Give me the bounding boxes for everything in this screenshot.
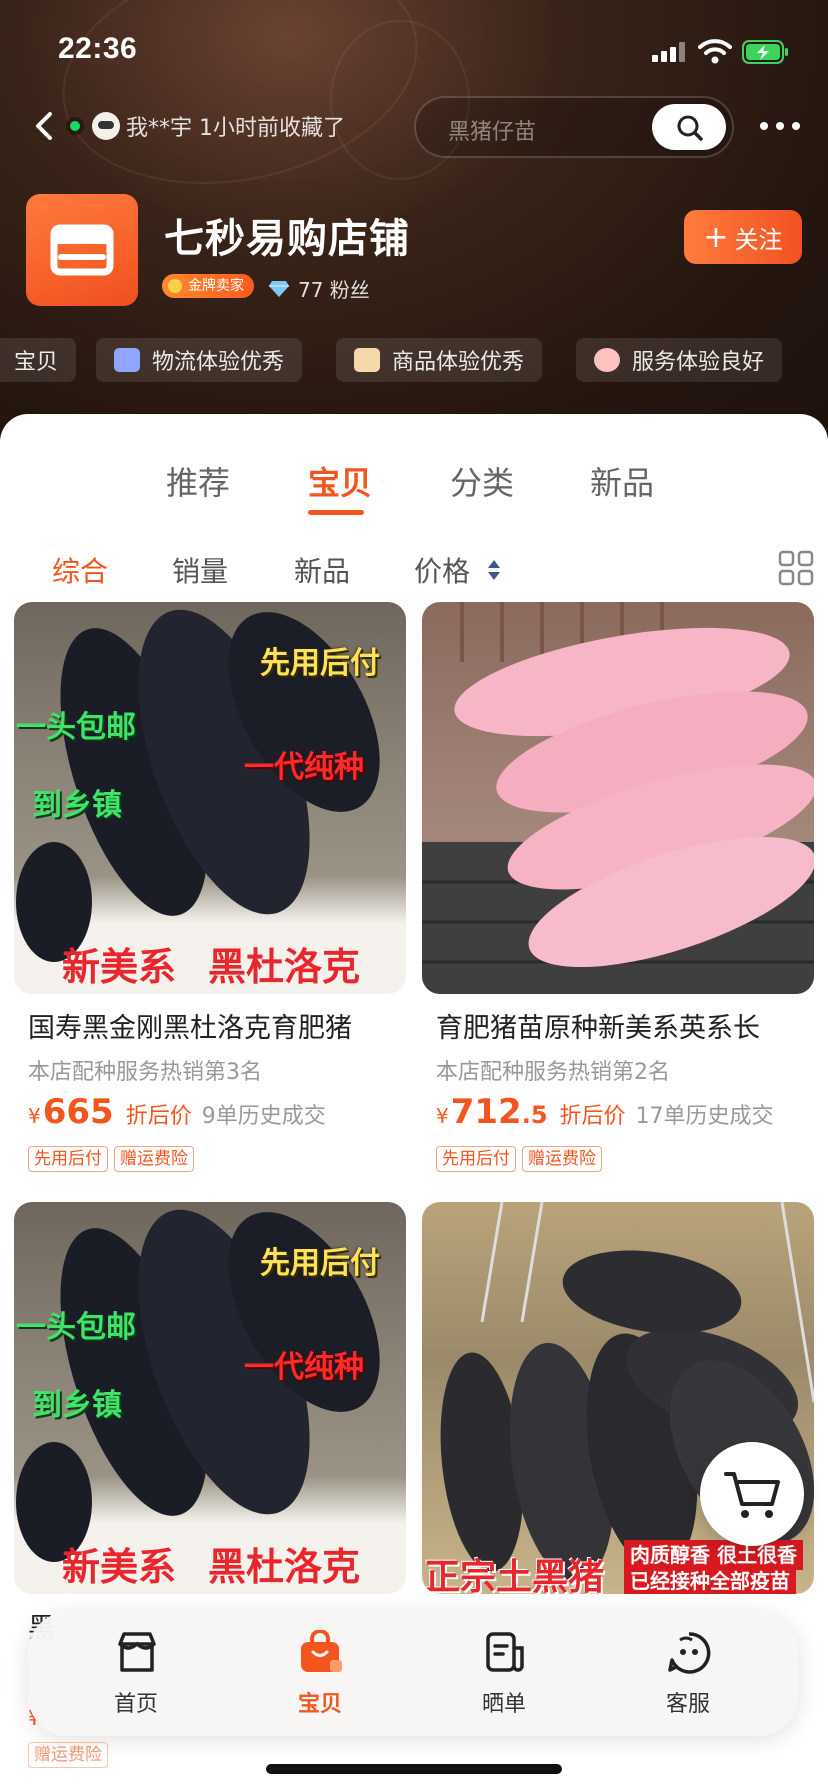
status-time: 22:36 (58, 32, 138, 65)
product-title[interactable]: 育肥猪苗原种新美系英系长 (436, 1006, 814, 1045)
overlay-text: 已经接种全部疫苗 (624, 1566, 796, 1594)
service-face-icon (668, 1632, 711, 1674)
bottom-nav-label: 晒单 (481, 1692, 526, 1717)
overlay-text: 先用后付 (260, 646, 380, 681)
gold-seller-badge: 金牌卖家 (162, 274, 254, 298)
product-title[interactable]: 国寿黑金刚黑杜洛克育肥猪 (28, 1006, 406, 1045)
bottom-nav-posts[interactable]: 晒单 (444, 1630, 564, 1722)
shop-home-icon (118, 1632, 156, 1672)
overlay-text: 一代纯种 (244, 750, 364, 785)
bottom-nav-label: 客服 (665, 1692, 710, 1717)
search-placeholder: 黑猪仔苗 (448, 120, 537, 145)
rating-tag-logistics[interactable]: 物流体验优秀 (96, 338, 303, 382)
product-price: ¥ 665 折后价 9单历史成交 (28, 1092, 326, 1132)
overlay-text: 先用后付 (260, 1246, 380, 1281)
tab-recommend[interactable]: 推荐 (166, 458, 230, 504)
bag-icon (354, 348, 380, 372)
overlay-text: 黑杜洛克 (208, 1545, 361, 1589)
rating-tag[interactable]: 宝贝 (0, 338, 77, 382)
store-search-box[interactable]: 黑猪仔苗 (414, 96, 734, 158)
battery-charging-icon (742, 40, 788, 64)
top-nav: 我**宇 1小时前收藏了 黑猪仔苗 (0, 96, 828, 158)
bottom-nav: 首页 宝贝 晒单 客服 (28, 1612, 798, 1736)
bottom-nav-label: 宝贝 (297, 1692, 342, 1717)
chip-pay-later: 先用后付 (28, 1146, 108, 1172)
chip-pay-later: 先用后付 (436, 1146, 516, 1172)
cellular-signal-icon (652, 42, 688, 62)
fans-count: 77 粉丝 (268, 274, 370, 303)
sort-sales[interactable]: 销量 (172, 550, 228, 590)
overlay-text: 一代纯种 (244, 1350, 364, 1385)
overlay-text: 到乡镇 (32, 1388, 122, 1423)
product-chips: 先用后付 赠运费险 (436, 1146, 608, 1172)
overlay-text: 新美系 (62, 1545, 177, 1589)
search-icon (677, 115, 703, 141)
store-rating-tags: 宝贝 物流体验优秀 商品体验优秀 服务体验良好 (0, 338, 828, 382)
product-rank: 本店配种服务热销第3名 (28, 1060, 262, 1085)
bottom-nav-service[interactable]: 客服 (628, 1630, 748, 1722)
back-arrow-icon[interactable] (28, 108, 64, 144)
wifi-icon (698, 39, 732, 64)
bottom-nav-products[interactable]: 宝贝 (260, 1630, 380, 1722)
cart-button[interactable] (700, 1442, 804, 1546)
sort-price[interactable]: 价格 (414, 550, 470, 590)
chip-shipping-insurance: 赠运费险 (28, 1742, 108, 1768)
overlay-text: 到乡镇 (32, 788, 122, 823)
follow-button[interactable]: + 关注 (684, 210, 802, 264)
pink-pig-illustration (422, 602, 814, 994)
bag-icon (301, 1630, 342, 1672)
overlay-text: 一头包邮 (16, 1310, 136, 1345)
sort-bar: 综合 销量 新品 价格 (0, 538, 828, 598)
grid-view-icon[interactable] (778, 550, 814, 586)
status-bar: 22:36 (0, 32, 828, 72)
live-dot-icon (70, 121, 80, 131)
search-button[interactable] (652, 104, 726, 150)
chip-shipping-insurance: 赠运费险 (522, 1146, 602, 1172)
store-info: 七秒易购店铺 金牌卖家 77 粉丝 + 关注 (0, 194, 828, 306)
bottom-nav-label: 首页 (113, 1692, 158, 1717)
rating-tag-product[interactable]: 商品体验优秀 (336, 338, 543, 382)
user-avatar (92, 112, 120, 140)
product-image[interactable] (422, 602, 814, 994)
store-tabs: 推荐 宝贝 分类 新品 (0, 446, 828, 518)
product-rank: 本店配种服务热销第2名 (436, 1060, 670, 1085)
cart-icon (724, 1472, 780, 1518)
store-logo[interactable] (26, 194, 138, 306)
fans-text: 77 粉丝 (298, 278, 370, 302)
service-icon (594, 348, 620, 372)
active-tab-indicator (308, 510, 364, 515)
follow-label: 关注 (734, 225, 783, 254)
overlay-text: 新美系 (62, 945, 177, 989)
store-icon (50, 224, 114, 276)
recent-activity-text: 我**宇 1小时前收藏了 (126, 116, 345, 141)
overlay-text: 一头包邮 (16, 710, 136, 745)
store-name: 七秒易购店铺 (164, 216, 410, 262)
rating-tag-service[interactable]: 服务体验良好 (576, 338, 783, 382)
tab-categories[interactable]: 分类 (450, 458, 514, 504)
post-icon (486, 1632, 524, 1672)
truck-icon (114, 348, 140, 372)
product-price: ¥ 712 .5 折后价 17单历史成交 (436, 1092, 774, 1132)
more-options-icon[interactable] (758, 118, 802, 134)
sort-comprehensive[interactable]: 综合 (52, 550, 108, 590)
product-image[interactable]: 先用后付 一头包邮 一代纯种 到乡镇 新美系 黑杜洛克 (14, 602, 406, 994)
overlay-text: 黑杜洛克 (208, 945, 361, 989)
chip-shipping-insurance: 赠运费险 (114, 1146, 194, 1172)
product-image[interactable]: 先用后付 一头包邮 一代纯种 到乡镇 新美系 黑杜洛克 (14, 1202, 406, 1594)
home-indicator[interactable] (266, 1764, 562, 1774)
recent-activity-ticker: 我**宇 1小时前收藏了 (70, 102, 345, 150)
tab-new[interactable]: 新品 (590, 458, 654, 504)
tab-products[interactable]: 宝贝 (308, 458, 372, 504)
sort-new[interactable]: 新品 (294, 550, 350, 590)
plus-icon: + (703, 219, 729, 255)
sort-arrows-icon (488, 560, 500, 580)
bottom-nav-home[interactable]: 首页 (76, 1630, 196, 1722)
product-chips: 先用后付 赠运费险 (28, 1146, 200, 1172)
overlay-text: 正宗土黑猪 (424, 1557, 605, 1594)
diamond-icon (269, 280, 289, 297)
